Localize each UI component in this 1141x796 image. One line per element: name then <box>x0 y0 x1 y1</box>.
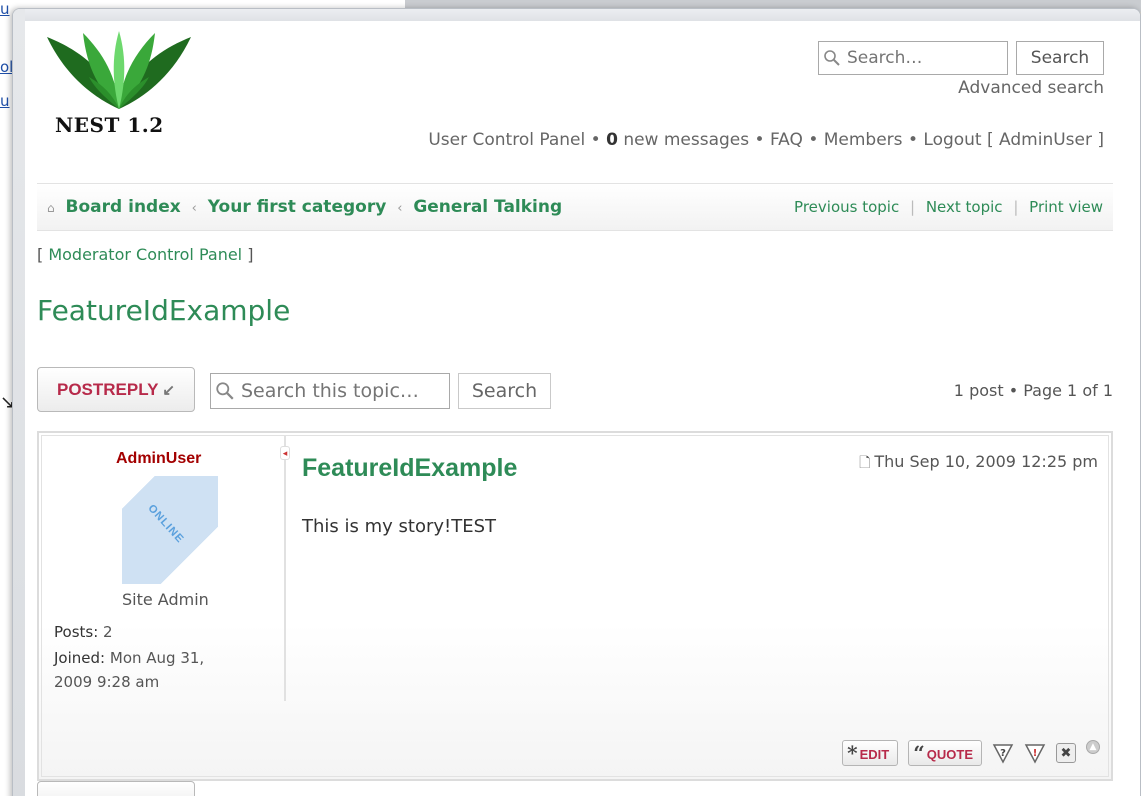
reply-arrow-icon: ↙ <box>162 381 175 399</box>
members-link[interactable]: Members <box>824 130 903 150</box>
home-icon: ⌂ <box>47 201 55 215</box>
post-author[interactable]: AdminUser <box>116 450 201 468</box>
post-date-text: Thu Sep 10, 2009 12:25 pm <box>874 452 1098 471</box>
post-title[interactable]: FeatureIdExample <box>302 454 517 483</box>
breadcrumb-category[interactable]: Your first category <box>208 197 387 217</box>
new-messages-link[interactable]: new messages <box>623 130 749 150</box>
user-links: User Control Panel • 0 new messages • FA… <box>428 130 1104 150</box>
breadcrumb-board-index[interactable]: Board index <box>66 197 181 217</box>
logout-link[interactable]: Logout [ AdminUser ] <box>923 130 1104 150</box>
posts-value[interactable]: 2 <box>103 623 113 641</box>
posts-count: Posts: 2 <box>54 620 113 644</box>
leaf-logo-icon <box>47 31 191 109</box>
back-to-top-icon[interactable]: ▲ <box>1086 740 1100 754</box>
site-logo[interactable]: NEST 1.2 <box>37 29 201 141</box>
topic-nav-links: Previous topic | Next topic | Print view <box>794 198 1103 216</box>
post-reply-button-bottom[interactable] <box>37 781 195 796</box>
post-reply-label: POSTREPLY <box>57 379 159 399</box>
previous-topic-link[interactable]: Previous topic <box>794 198 899 216</box>
edit-label: EDIT <box>859 747 890 762</box>
post-date: 🗋 Thu Sep 10, 2009 12:25 pm <box>859 452 1098 476</box>
moderator-control-panel-link[interactable]: Moderator Control Panel <box>48 245 242 264</box>
topic-search-button[interactable]: Search <box>458 373 551 409</box>
search-icon <box>824 50 840 66</box>
advanced-search-link[interactable]: Advanced search <box>958 78 1104 98</box>
pagination: 1 post • Page 1 of 1 <box>953 381 1113 400</box>
post: ◂ AdminUser ONLINE Site Admin Posts: 2 J… <box>37 431 1113 781</box>
svg-text:?: ? <box>1000 748 1006 759</box>
search-icon <box>216 382 234 400</box>
popup-frame-top <box>13 9 1140 21</box>
topic-action-bar: POSTREPLY ↙ Search 1 post • Page 1 of 1 <box>37 367 1113 415</box>
report-icon[interactable]: ! <box>1024 741 1046 765</box>
edit-star-icon: * <box>847 741 858 765</box>
chevron-left-icon: ‹ <box>191 201 197 216</box>
online-badge: ONLINE <box>122 476 218 584</box>
separator: • <box>590 130 607 150</box>
delete-icon[interactable]: ✖ <box>1056 743 1076 763</box>
quote-button[interactable]: “ QUOTE <box>908 740 982 766</box>
background-link[interactable]: u <box>0 92 10 110</box>
svg-text:!: ! <box>1033 748 1038 759</box>
new-messages-count[interactable]: 0 <box>606 130 618 150</box>
quote-label: QUOTE <box>926 747 973 762</box>
post-body: FeatureIdExample 🗋 Thu Sep 10, 2009 12:25… <box>298 436 1108 701</box>
moderator-control-panel: [ Moderator Control Panel ] <box>37 245 1113 264</box>
info-icon[interactable]: ? <box>992 741 1014 765</box>
user-rank: Site Admin <box>122 590 209 609</box>
post-content: This is my story!TEST <box>302 516 497 537</box>
topic-search-field[interactable] <box>210 373 450 409</box>
popup-frame-left <box>13 9 25 796</box>
separator: • <box>808 130 824 150</box>
joined-date: Joined: Mon Aug 31, 2009 9:28 am <box>54 646 204 694</box>
search-field[interactable] <box>818 41 1008 75</box>
forum-popup-window: NEST 1.2 Search Advanced search User Con… <box>12 8 1141 796</box>
separator: • <box>754 130 770 150</box>
post-actions: * EDIT “ QUOTE ? ! ✖ ▲ <box>842 740 1100 766</box>
separator: • <box>907 130 924 150</box>
post-icon[interactable]: 🗋 <box>859 455 870 471</box>
print-view-link[interactable]: Print view <box>1029 198 1103 216</box>
post-reply-button[interactable]: POSTREPLY ↙ <box>37 367 195 412</box>
divider: | <box>909 198 916 216</box>
logo-text: NEST 1.2 <box>55 113 164 137</box>
joined-value-line1: Mon Aug 31, <box>109 649 205 667</box>
topic-search-input[interactable] <box>241 380 441 402</box>
site-header: NEST 1.2 Search Advanced search User Con… <box>37 29 1113 179</box>
post-profile: ◂ AdminUser ONLINE Site Admin Posts: 2 J… <box>42 436 290 701</box>
edit-button[interactable]: * EDIT <box>842 740 899 766</box>
joined-label: Joined: <box>54 649 106 667</box>
divider: | <box>1013 198 1019 216</box>
profile-collapse-icon[interactable]: ◂ <box>280 446 290 460</box>
page-title[interactable]: FeatureIdExample <box>37 294 1113 327</box>
breadcrumb: ⌂ Board index ‹ Your first category ‹ Ge… <box>47 197 562 217</box>
next-topic-link[interactable]: Next topic <box>926 198 1003 216</box>
bracket-close: ] <box>242 245 254 264</box>
faq-link[interactable]: FAQ <box>770 130 803 150</box>
joined-value-line2: 2009 9:28 am <box>54 673 160 691</box>
user-control-panel-link[interactable]: User Control Panel <box>428 130 585 150</box>
post-inner: ◂ AdminUser ONLINE Site Admin Posts: 2 J… <box>41 435 1109 777</box>
bracket-open: [ <box>37 245 49 264</box>
quote-icon: “ <box>913 741 925 765</box>
background-link[interactable]: u <box>0 0 10 18</box>
page-content: NEST 1.2 Search Advanced search User Con… <box>37 29 1113 781</box>
search-input[interactable] <box>847 48 997 68</box>
search-button[interactable]: Search <box>1016 41 1104 75</box>
navbar: ⌂ Board index ‹ Your first category ‹ Ge… <box>37 183 1113 231</box>
breadcrumb-forum[interactable]: General Talking <box>413 197 562 217</box>
posts-label: Posts: <box>54 623 99 641</box>
chevron-left-icon: ‹ <box>397 201 403 216</box>
